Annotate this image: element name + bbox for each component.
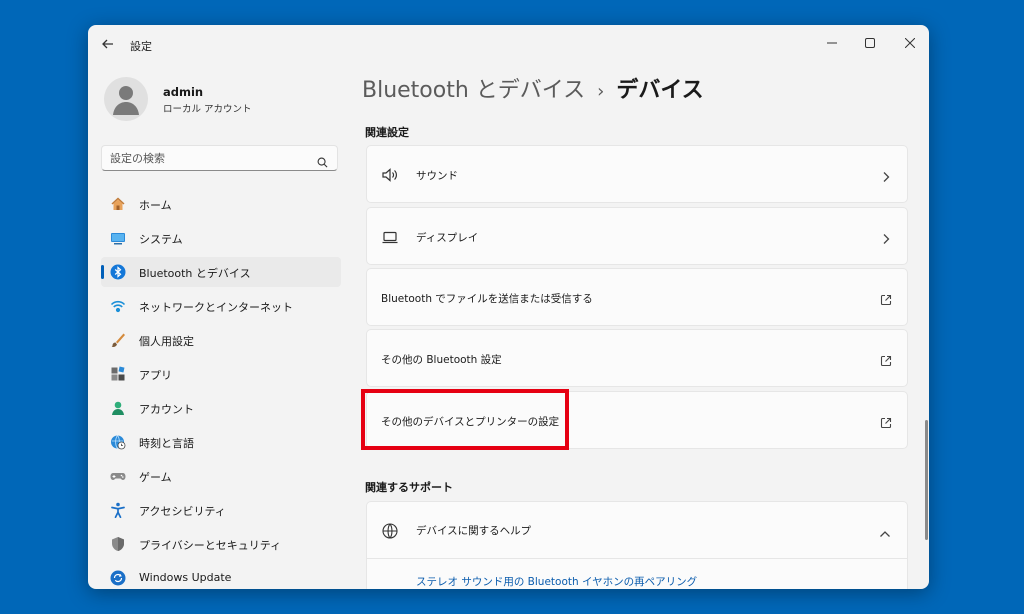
selection-indicator — [101, 265, 104, 279]
sidebar-item-label: アカウント — [139, 403, 194, 416]
chevron-up-icon[interactable] — [879, 524, 891, 537]
scrollbar[interactable] — [925, 420, 928, 540]
title-bar: 設定 — [88, 25, 929, 63]
sidebar-item-accounts[interactable]: アカウント — [101, 393, 341, 423]
sidebar-item-label: ネットワークとインターネット — [139, 301, 293, 314]
card-label: ディスプレイ — [416, 232, 479, 244]
sidebar-item-label: 個人用設定 — [139, 335, 194, 348]
breadcrumb-separator: › — [597, 81, 605, 102]
sidebar-item-label: アプリ — [139, 369, 172, 382]
sidebar-item-label: 時刻と言語 — [139, 437, 194, 450]
breadcrumb: Bluetooth とデバイス › デバイス — [362, 72, 704, 104]
sidebar-item-gaming[interactable]: ゲーム — [101, 461, 341, 491]
sound-settings-card[interactable]: サウンド — [366, 145, 908, 203]
bluetooth-earbuds-repair-link[interactable]: ステレオ サウンド用の Bluetooth イヤホンの再ペアリング — [416, 574, 697, 589]
external-link-icon — [880, 291, 892, 306]
close-button[interactable] — [892, 30, 928, 56]
divider — [367, 558, 907, 559]
gamepad-icon — [110, 468, 126, 484]
brush-icon — [110, 332, 126, 348]
sidebar-item-label: システム — [139, 233, 183, 246]
sidebar-item-system[interactable]: システム — [101, 223, 341, 253]
maximize-button[interactable] — [852, 30, 888, 56]
laptop-icon — [381, 228, 399, 246]
device-help-expander: デバイスに関するヘルプ ステレオ サウンド用の Bluetooth イヤホンの再… — [366, 501, 908, 589]
accessibility-icon — [110, 502, 126, 519]
sidebar-item-label: Windows Update — [139, 571, 232, 584]
external-link-icon — [880, 414, 892, 429]
search-box — [101, 145, 338, 171]
home-icon — [110, 196, 126, 212]
sidebar-item-time-language[interactable]: 時刻と言語 — [101, 427, 341, 457]
sidebar-item-windows-update[interactable]: Windows Update — [101, 563, 341, 589]
device-help-title: デバイスに関するヘルプ — [416, 525, 532, 537]
bluetooth-icon — [110, 264, 126, 280]
apps-icon — [110, 366, 126, 382]
bluetooth-file-transfer-card[interactable]: Bluetooth でファイルを送信または受信する — [366, 268, 908, 326]
minimize-icon — [827, 42, 837, 44]
card-label: その他の Bluetooth 設定 — [381, 354, 502, 366]
card-label: サウンド — [416, 170, 458, 182]
sidebar-item-home[interactable]: ホーム — [101, 189, 341, 219]
back-arrow-icon[interactable] — [100, 36, 116, 52]
sidebar-item-network[interactable]: ネットワークとインターネット — [101, 291, 341, 321]
sidebar-item-apps[interactable]: アプリ — [101, 359, 341, 389]
update-icon — [110, 570, 126, 586]
display-settings-card[interactable]: ディスプレイ — [366, 207, 908, 265]
profile-account-type: ローカル アカウント — [163, 104, 252, 115]
sidebar-item-label: アクセシビリティ — [139, 505, 226, 518]
sidebar-nav: ホーム システム Bluetooth とデバイス ネットワークとインターネット — [101, 189, 341, 589]
sidebar-item-privacy-security[interactable]: プライバシーとセキュリティ — [101, 529, 341, 559]
more-bluetooth-settings-card[interactable]: その他の Bluetooth 設定 — [366, 329, 908, 387]
close-icon — [905, 38, 915, 48]
chevron-right-icon — [881, 230, 891, 244]
search-icon[interactable] — [317, 153, 328, 168]
chevron-right-icon — [881, 168, 891, 182]
profile-name: admin — [163, 85, 204, 99]
related-support-heading: 関連するサポート — [365, 481, 453, 494]
sidebar-item-bluetooth-devices[interactable]: Bluetooth とデバイス — [101, 257, 341, 287]
account-icon — [110, 400, 126, 416]
system-icon — [110, 230, 126, 246]
page-title: デバイス — [616, 78, 704, 103]
avatar[interactable] — [104, 77, 148, 121]
settings-window: 設定 admin ローカル アカウント ホーム — [88, 25, 929, 589]
sidebar-item-label: プライバシーとセキュリティ — [139, 539, 282, 552]
globe-icon — [381, 522, 399, 540]
sidebar-item-label: ゲーム — [139, 471, 172, 484]
window-title: 設定 — [130, 40, 152, 53]
related-settings-heading: 関連設定 — [365, 126, 409, 139]
external-link-icon — [880, 352, 892, 367]
speaker-icon — [381, 166, 399, 184]
search-input[interactable] — [110, 149, 310, 167]
wifi-icon — [110, 298, 126, 314]
sidebar-item-label: ホーム — [139, 199, 172, 212]
globe-clock-icon — [110, 434, 126, 450]
sidebar-item-personalization[interactable]: 個人用設定 — [101, 325, 341, 355]
maximize-icon — [865, 38, 875, 48]
highlight-box — [361, 389, 569, 450]
shield-icon — [110, 536, 126, 552]
breadcrumb-parent-link[interactable]: Bluetooth とデバイス — [362, 78, 585, 103]
sidebar-item-label: Bluetooth とデバイス — [139, 267, 251, 280]
device-help-header[interactable]: デバイスに関するヘルプ — [367, 502, 907, 558]
card-label: Bluetooth でファイルを送信または受信する — [381, 293, 593, 305]
user-icon — [113, 86, 139, 115]
minimize-button[interactable] — [814, 30, 850, 56]
sidebar-item-accessibility[interactable]: アクセシビリティ — [101, 495, 341, 525]
